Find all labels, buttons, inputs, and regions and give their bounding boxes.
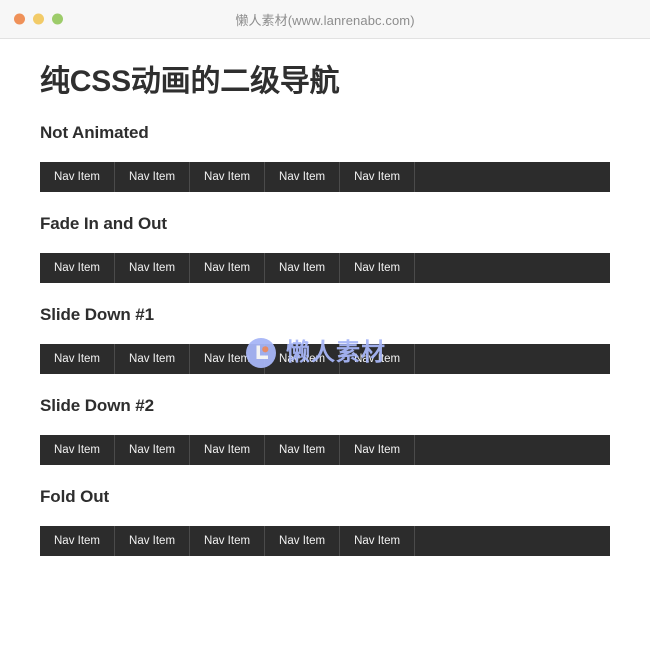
maximize-window-button[interactable] — [52, 13, 63, 25]
nav-bar-fold-out: Nav Item Nav Item Nav Item Nav Item Nav … — [40, 525, 610, 556]
nav-item[interactable]: Nav Item — [115, 434, 191, 465]
nav-bar-filler — [415, 344, 610, 374]
window-title: 懒人素材(www.lanrenabc.com) — [235, 12, 415, 28]
nav-bar-filler — [415, 253, 610, 283]
page-content: 纯CSS动画的二级导航 Not Animated Nav Item Nav It… — [0, 39, 650, 653]
nav-item[interactable]: Nav Item — [340, 252, 416, 283]
nav-item[interactable]: Nav Item — [40, 434, 116, 465]
section-heading: Not Animated — [40, 122, 149, 142]
nav-item[interactable]: Nav Item — [265, 525, 341, 556]
nav-item[interactable]: Nav Item — [115, 343, 191, 374]
minimize-window-button[interactable] — [33, 13, 44, 25]
section-not-animated: Not Animated Nav Item Nav Item Nav Item … — [40, 101, 610, 192]
section-heading: Slide Down #1 — [40, 304, 154, 324]
nav-item[interactable]: Nav Item — [265, 434, 341, 465]
nav-item[interactable]: Nav Item — [265, 343, 341, 374]
nav-item[interactable]: Nav Item — [340, 161, 416, 192]
nav-bar-not-animated: Nav Item Nav Item Nav Item Nav Item Nav … — [40, 161, 610, 192]
nav-item[interactable]: Nav Item — [190, 252, 266, 283]
nav-item[interactable]: Nav Item — [190, 434, 266, 465]
window-controls — [14, 13, 63, 25]
section-heading: Fade In and Out — [40, 213, 167, 233]
page-title: 纯CSS动画的二级导航 — [40, 65, 340, 98]
section-heading: Fold Out — [40, 486, 110, 506]
close-window-button[interactable] — [14, 13, 25, 25]
nav-item[interactable]: Nav Item — [190, 525, 266, 556]
nav-bar-slide-down-2: Nav Item Nav Item Nav Item Nav Item Nav … — [40, 434, 610, 465]
nav-bar-fade-in-and-out: Nav Item Nav Item Nav Item Nav Item Nav … — [40, 252, 610, 283]
section-slide-down-1: Slide Down #1 Nav Item Nav Item Nav Item… — [40, 283, 610, 374]
nav-bar-filler — [415, 162, 610, 192]
nav-item[interactable]: Nav Item — [115, 252, 191, 283]
nav-item[interactable]: Nav Item — [340, 434, 416, 465]
nav-item[interactable]: Nav Item — [265, 161, 341, 192]
nav-bar-slide-down-1: Nav Item Nav Item Nav Item Nav Item Nav … — [40, 343, 610, 374]
nav-item[interactable]: Nav Item — [40, 343, 116, 374]
nav-item[interactable]: Nav Item — [115, 525, 191, 556]
nav-item[interactable]: Nav Item — [40, 525, 116, 556]
browser-title-bar: 懒人素材(www.lanrenabc.com) — [0, 0, 650, 39]
nav-item[interactable]: Nav Item — [40, 252, 116, 283]
nav-item[interactable]: Nav Item — [340, 343, 416, 374]
nav-item[interactable]: Nav Item — [265, 252, 341, 283]
section-slide-down-2: Slide Down #2 Nav Item Nav Item Nav Item… — [40, 374, 610, 465]
nav-item[interactable]: Nav Item — [40, 161, 116, 192]
nav-item[interactable]: Nav Item — [190, 161, 266, 192]
section-fold-out: Fold Out Nav Item Nav Item Nav Item Nav … — [40, 465, 610, 556]
nav-item[interactable]: Nav Item — [190, 343, 266, 374]
section-heading: Slide Down #2 — [40, 395, 154, 415]
nav-bar-filler — [415, 526, 610, 556]
nav-bar-filler — [415, 435, 610, 465]
nav-item[interactable]: Nav Item — [115, 161, 191, 192]
nav-item[interactable]: Nav Item — [340, 525, 416, 556]
section-fade-in-and-out: Fade In and Out Nav Item Nav Item Nav It… — [40, 192, 610, 283]
